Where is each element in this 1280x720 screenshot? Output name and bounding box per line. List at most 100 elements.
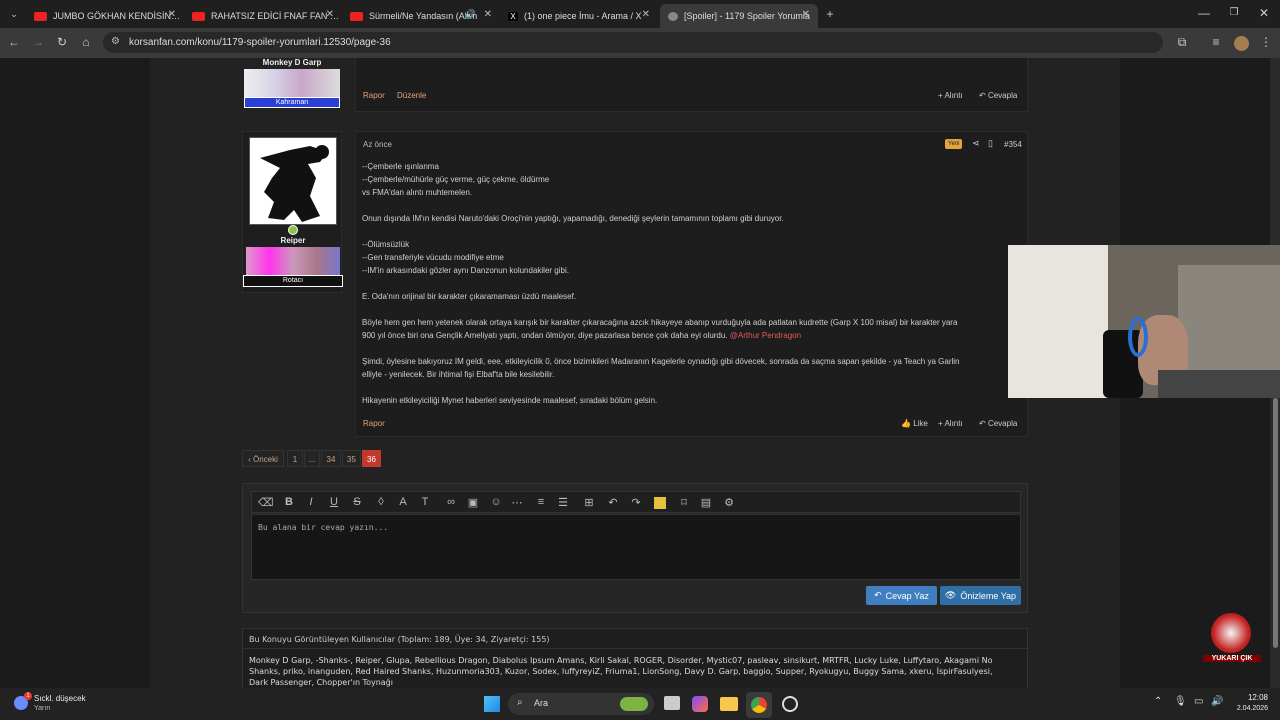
network-icon[interactable]: ▭	[1194, 696, 1203, 707]
task-view-icon[interactable]	[664, 696, 680, 710]
speaker-icon[interactable]: 🔊	[465, 9, 476, 20]
redo-icon[interactable]: ↷	[629, 496, 643, 509]
pagination-page[interactable]: 35	[342, 450, 361, 467]
emoji-icon[interactable]: ☺	[489, 496, 503, 508]
profile-avatar[interactable]	[1234, 36, 1249, 51]
home-icon[interactable]: ⌂	[78, 35, 94, 49]
prev-username[interactable]: Monkey D Garp	[242, 58, 342, 67]
pagination-ellipsis[interactable]: ...	[304, 450, 320, 467]
tab-search-icon[interactable]: ⌄	[6, 7, 22, 21]
file-explorer-icon[interactable]	[720, 697, 738, 711]
underline-icon[interactable]: U	[327, 496, 341, 508]
post-username[interactable]: Reiper	[243, 236, 343, 245]
tab-2[interactable]: RAHATSIZ EDİCİ FNAF FAN OYU ✕	[184, 4, 342, 28]
clock-time[interactable]: 12:08	[1230, 693, 1268, 702]
tab-title: JUMBO GÖKHAN KENDİSİNE İK	[53, 11, 184, 21]
submit-reply-button[interactable]: ↶ Cevap Yaz	[866, 586, 937, 605]
pagination-current-page[interactable]: 36	[362, 450, 381, 467]
share-icon[interactable]: ⋖	[972, 138, 980, 149]
user-avatar[interactable]	[249, 137, 337, 225]
image-icon[interactable]: ▣	[466, 496, 480, 509]
post-line: Onun dışında IM'ın kendisi Naruto'daki O…	[362, 214, 784, 223]
reply-link[interactable]: ↶ Cevapla	[979, 419, 1017, 428]
chrome-taskbar-button[interactable]	[746, 692, 772, 718]
reading-list-icon[interactable]: ≡	[1208, 35, 1224, 49]
link-icon[interactable]: ∞	[444, 496, 458, 508]
reload-icon[interactable]: ↻	[54, 35, 70, 49]
report-link[interactable]: Rapor	[363, 419, 385, 428]
pagination-prev[interactable]: ‹ Önceki	[242, 450, 284, 467]
viewers-line[interactable]: Monkey D Garp, -Shanks-, Reiper, Glupa, …	[249, 655, 993, 666]
address-bar[interactable]: ⚙ korsanfan.com/konu/1179-spoiler-yoruml…	[103, 32, 1163, 53]
scrollbar-thumb[interactable]	[1273, 398, 1278, 648]
undo-icon[interactable]: ↶	[606, 496, 620, 509]
windows-start-icon[interactable]	[484, 696, 500, 712]
close-icon[interactable]: ✕	[642, 9, 650, 20]
scroll-top-button[interactable]: YUKARI ÇIK	[1203, 613, 1261, 675]
taskbar-search[interactable]: ⌕ Ara	[508, 693, 654, 715]
forward-icon[interactable]: →	[30, 35, 46, 49]
quote-link[interactable]: + Alıntı	[938, 419, 963, 428]
tab-1[interactable]: JUMBO GÖKHAN KENDİSİNE İK ✕	[26, 4, 184, 28]
reply-icon: ↶	[874, 590, 882, 600]
color-icon[interactable]: ◊	[374, 496, 388, 508]
spoiler-icon[interactable]	[654, 497, 666, 509]
reply-textarea[interactable]: Bu alana bir cevap yazın...	[251, 514, 1021, 580]
bold-icon[interactable]: B	[282, 496, 296, 508]
tab-4[interactable]: X (1) one piece İmu - Arama / X ✕	[500, 4, 658, 28]
minimize-icon[interactable]: —	[1196, 6, 1212, 20]
preview-button[interactable]: 👁 Önizleme Yap	[940, 586, 1021, 605]
tab-title: (1) one piece İmu - Arama / X	[524, 11, 642, 21]
bookmark-icon[interactable]: ▯	[988, 138, 993, 149]
edit-link[interactable]: Düzenle	[397, 91, 426, 100]
eraser-icon[interactable]: ⌫	[258, 496, 274, 509]
post-line: --Çemberle/mühürle güç verme, güç çekme,…	[362, 175, 550, 184]
close-icon[interactable]: ✕	[802, 9, 810, 20]
viewers-line[interactable]: Shanks, priko, inanguden, Red Haired Sha…	[249, 666, 993, 677]
weather-subtext: Yarın	[34, 705, 51, 712]
reply-link[interactable]: ↶ Cevapla	[979, 91, 1017, 100]
post-spacer	[362, 342, 1012, 355]
tab-5-active[interactable]: [Spoiler] - 1179 Spoiler Yorumla ✕	[660, 4, 818, 28]
font-size-icon[interactable]: T	[418, 496, 432, 508]
close-icon[interactable]: ✕	[326, 9, 334, 20]
post-time[interactable]: Az önce	[363, 140, 392, 149]
report-link[interactable]: Rapor	[363, 91, 385, 100]
strikethrough-icon[interactable]: S	[350, 496, 364, 508]
align-icon[interactable]: ≡	[534, 496, 548, 508]
more-icon[interactable]: ⋯	[510, 496, 524, 509]
extensions-icon[interactable]: ⧉	[1174, 35, 1190, 49]
clock-date[interactable]: 2.04.2026	[1220, 705, 1268, 712]
italic-icon[interactable]: I	[304, 496, 318, 508]
tab-3[interactable]: Sürmeli/Ne Yandasın (Ahm 🔊 ✕	[342, 4, 500, 28]
site-info-icon[interactable]: ⚙	[111, 36, 120, 47]
pagination-page[interactable]: 34	[321, 450, 341, 467]
steam-icon[interactable]	[782, 696, 798, 712]
close-icon[interactable]: ✕	[484, 9, 492, 20]
pagination-page[interactable]: 1	[287, 450, 303, 467]
copilot-icon[interactable]	[692, 696, 708, 712]
microphone-icon[interactable]: 🎙	[1174, 696, 1187, 707]
post-line: Böyle hem gen hem yetenek olarak ortaya …	[362, 318, 958, 327]
new-tab-icon[interactable]: +	[822, 7, 838, 21]
maximize-icon[interactable]: ❐	[1226, 6, 1242, 20]
close-icon[interactable]: ✕	[168, 9, 176, 20]
drafts-icon[interactable]: ▤	[699, 496, 713, 509]
quote-link[interactable]: + Alıntı	[938, 91, 963, 100]
settings-icon[interactable]: ⚙	[722, 496, 736, 509]
window-close-icon[interactable]: ✕	[1256, 6, 1272, 20]
list-icon[interactable]: ☰	[556, 496, 570, 509]
viewers-line[interactable]: Dark Passenger, Chopper'ın Toynağı	[249, 677, 993, 688]
like-button[interactable]: 👍 Like	[901, 419, 928, 428]
post-line: --Ölümsüzlük	[362, 240, 410, 249]
post-number[interactable]: #354	[1004, 140, 1022, 149]
viewers-list: Monkey D Garp, -Shanks-, Reiper, Glupa, …	[249, 655, 993, 688]
weather-text[interactable]: Sıckl. düşecek	[34, 694, 86, 703]
tag-icon[interactable]: ⌑	[677, 496, 691, 509]
tray-chevron-icon[interactable]: ⌃	[1154, 696, 1162, 707]
table-icon[interactable]: ⊞	[582, 496, 596, 509]
user-mention-link[interactable]: @Arthur Pendragon	[730, 331, 801, 340]
back-icon[interactable]: ←	[6, 35, 22, 49]
font-icon[interactable]: A	[396, 496, 410, 508]
menu-icon[interactable]: ⋮	[1258, 35, 1274, 49]
